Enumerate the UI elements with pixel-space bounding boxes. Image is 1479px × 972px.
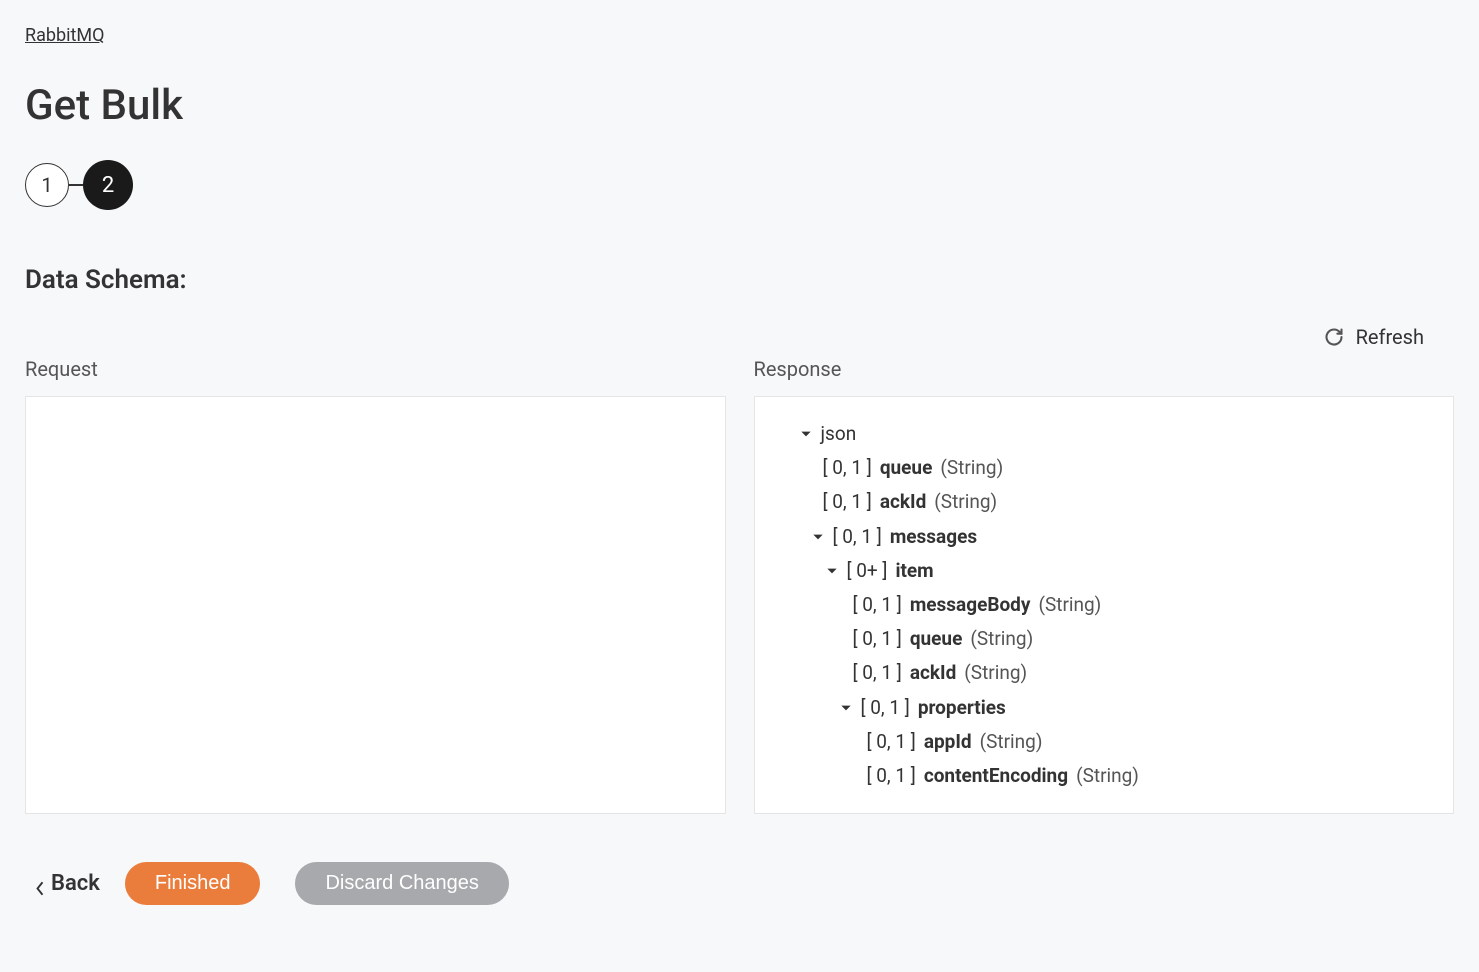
tree-node-messages[interactable]: [ 0, 1 ] messages — [775, 520, 1434, 554]
field-name: contentEncoding — [924, 759, 1068, 793]
cardinality: [ 0, 1 ] — [823, 485, 872, 519]
field-type: (String) — [1076, 759, 1139, 793]
tree-node-json[interactable]: json — [775, 417, 1434, 451]
tree-node-item-queue[interactable]: [ 0, 1 ] queue (String) — [775, 622, 1434, 656]
chevron-down-icon — [839, 701, 853, 715]
request-panel — [25, 396, 726, 814]
field-name: messages — [890, 520, 977, 554]
field-type: (String) — [940, 451, 1003, 485]
field-type: (String) — [1038, 588, 1101, 622]
cardinality: [ 0, 1 ] — [853, 622, 902, 656]
tree-node-item-ackid[interactable]: [ 0, 1 ] ackId (String) — [775, 656, 1434, 690]
chevron-down-icon — [799, 427, 813, 441]
refresh-button[interactable]: Refresh — [1324, 325, 1424, 349]
tree-root-label: json — [821, 417, 857, 451]
refresh-icon — [1324, 327, 1344, 347]
back-button[interactable]: Back — [35, 871, 100, 896]
field-name: queue — [910, 622, 963, 656]
discard-changes-button[interactable]: Discard Changes — [295, 862, 508, 905]
field-name: ackId — [910, 656, 956, 690]
request-panel-label: Request — [25, 357, 726, 381]
field-name: appId — [924, 725, 972, 759]
cardinality: [ 0, 1 ] — [853, 588, 902, 622]
field-name: ackId — [880, 485, 926, 519]
field-name: properties — [918, 691, 1006, 725]
field-type: (String) — [980, 725, 1043, 759]
cardinality: [ 0, 1 ] — [833, 520, 882, 554]
response-tree: json [ 0, 1 ] queue (String) [ 0, 1 ] ac… — [775, 417, 1434, 793]
field-type: (String) — [970, 622, 1033, 656]
field-type: (String) — [934, 485, 997, 519]
field-name: queue — [880, 451, 933, 485]
cardinality: [ 0, 1 ] — [867, 725, 916, 759]
step-connector — [69, 184, 83, 186]
stepper: 1 2 — [25, 160, 1454, 210]
chevron-left-icon — [35, 877, 45, 891]
refresh-label: Refresh — [1356, 325, 1424, 349]
tree-node-properties[interactable]: [ 0, 1 ] properties — [775, 691, 1434, 725]
section-title: Data Schema: — [25, 265, 1454, 295]
footer-actions: Back Finished Discard Changes — [25, 862, 1454, 905]
tree-node-appid[interactable]: [ 0, 1 ] appId (String) — [775, 725, 1434, 759]
back-label: Back — [51, 871, 100, 896]
field-type: (String) — [964, 656, 1027, 690]
field-name: item — [895, 554, 933, 588]
page-title: Get Bulk — [25, 81, 1454, 130]
finished-button[interactable]: Finished — [125, 862, 261, 905]
cardinality: [ 0, 1 ] — [853, 656, 902, 690]
tree-node-item[interactable]: [ 0+ ] item — [775, 554, 1434, 588]
chevron-down-icon — [811, 530, 825, 544]
tree-node-messagebody[interactable]: [ 0, 1 ] messageBody (String) — [775, 588, 1434, 622]
breadcrumb-link[interactable]: RabbitMQ — [25, 25, 104, 46]
cardinality: [ 0, 1 ] — [867, 759, 916, 793]
field-name: messageBody — [910, 588, 1031, 622]
step-1[interactable]: 1 — [25, 163, 69, 207]
response-panel: json [ 0, 1 ] queue (String) [ 0, 1 ] ac… — [754, 396, 1455, 814]
cardinality: [ 0, 1 ] — [823, 451, 872, 485]
tree-node-contentencoding[interactable]: [ 0, 1 ] contentEncoding (String) — [775, 759, 1434, 793]
response-panel-label: Response — [754, 357, 1455, 381]
step-2[interactable]: 2 — [83, 160, 133, 210]
cardinality: [ 0, 1 ] — [861, 691, 910, 725]
tree-node-queue[interactable]: [ 0, 1 ] queue (String) — [775, 451, 1434, 485]
chevron-down-icon — [825, 564, 839, 578]
cardinality: [ 0+ ] — [847, 554, 888, 588]
tree-node-ackid[interactable]: [ 0, 1 ] ackId (String) — [775, 485, 1434, 519]
